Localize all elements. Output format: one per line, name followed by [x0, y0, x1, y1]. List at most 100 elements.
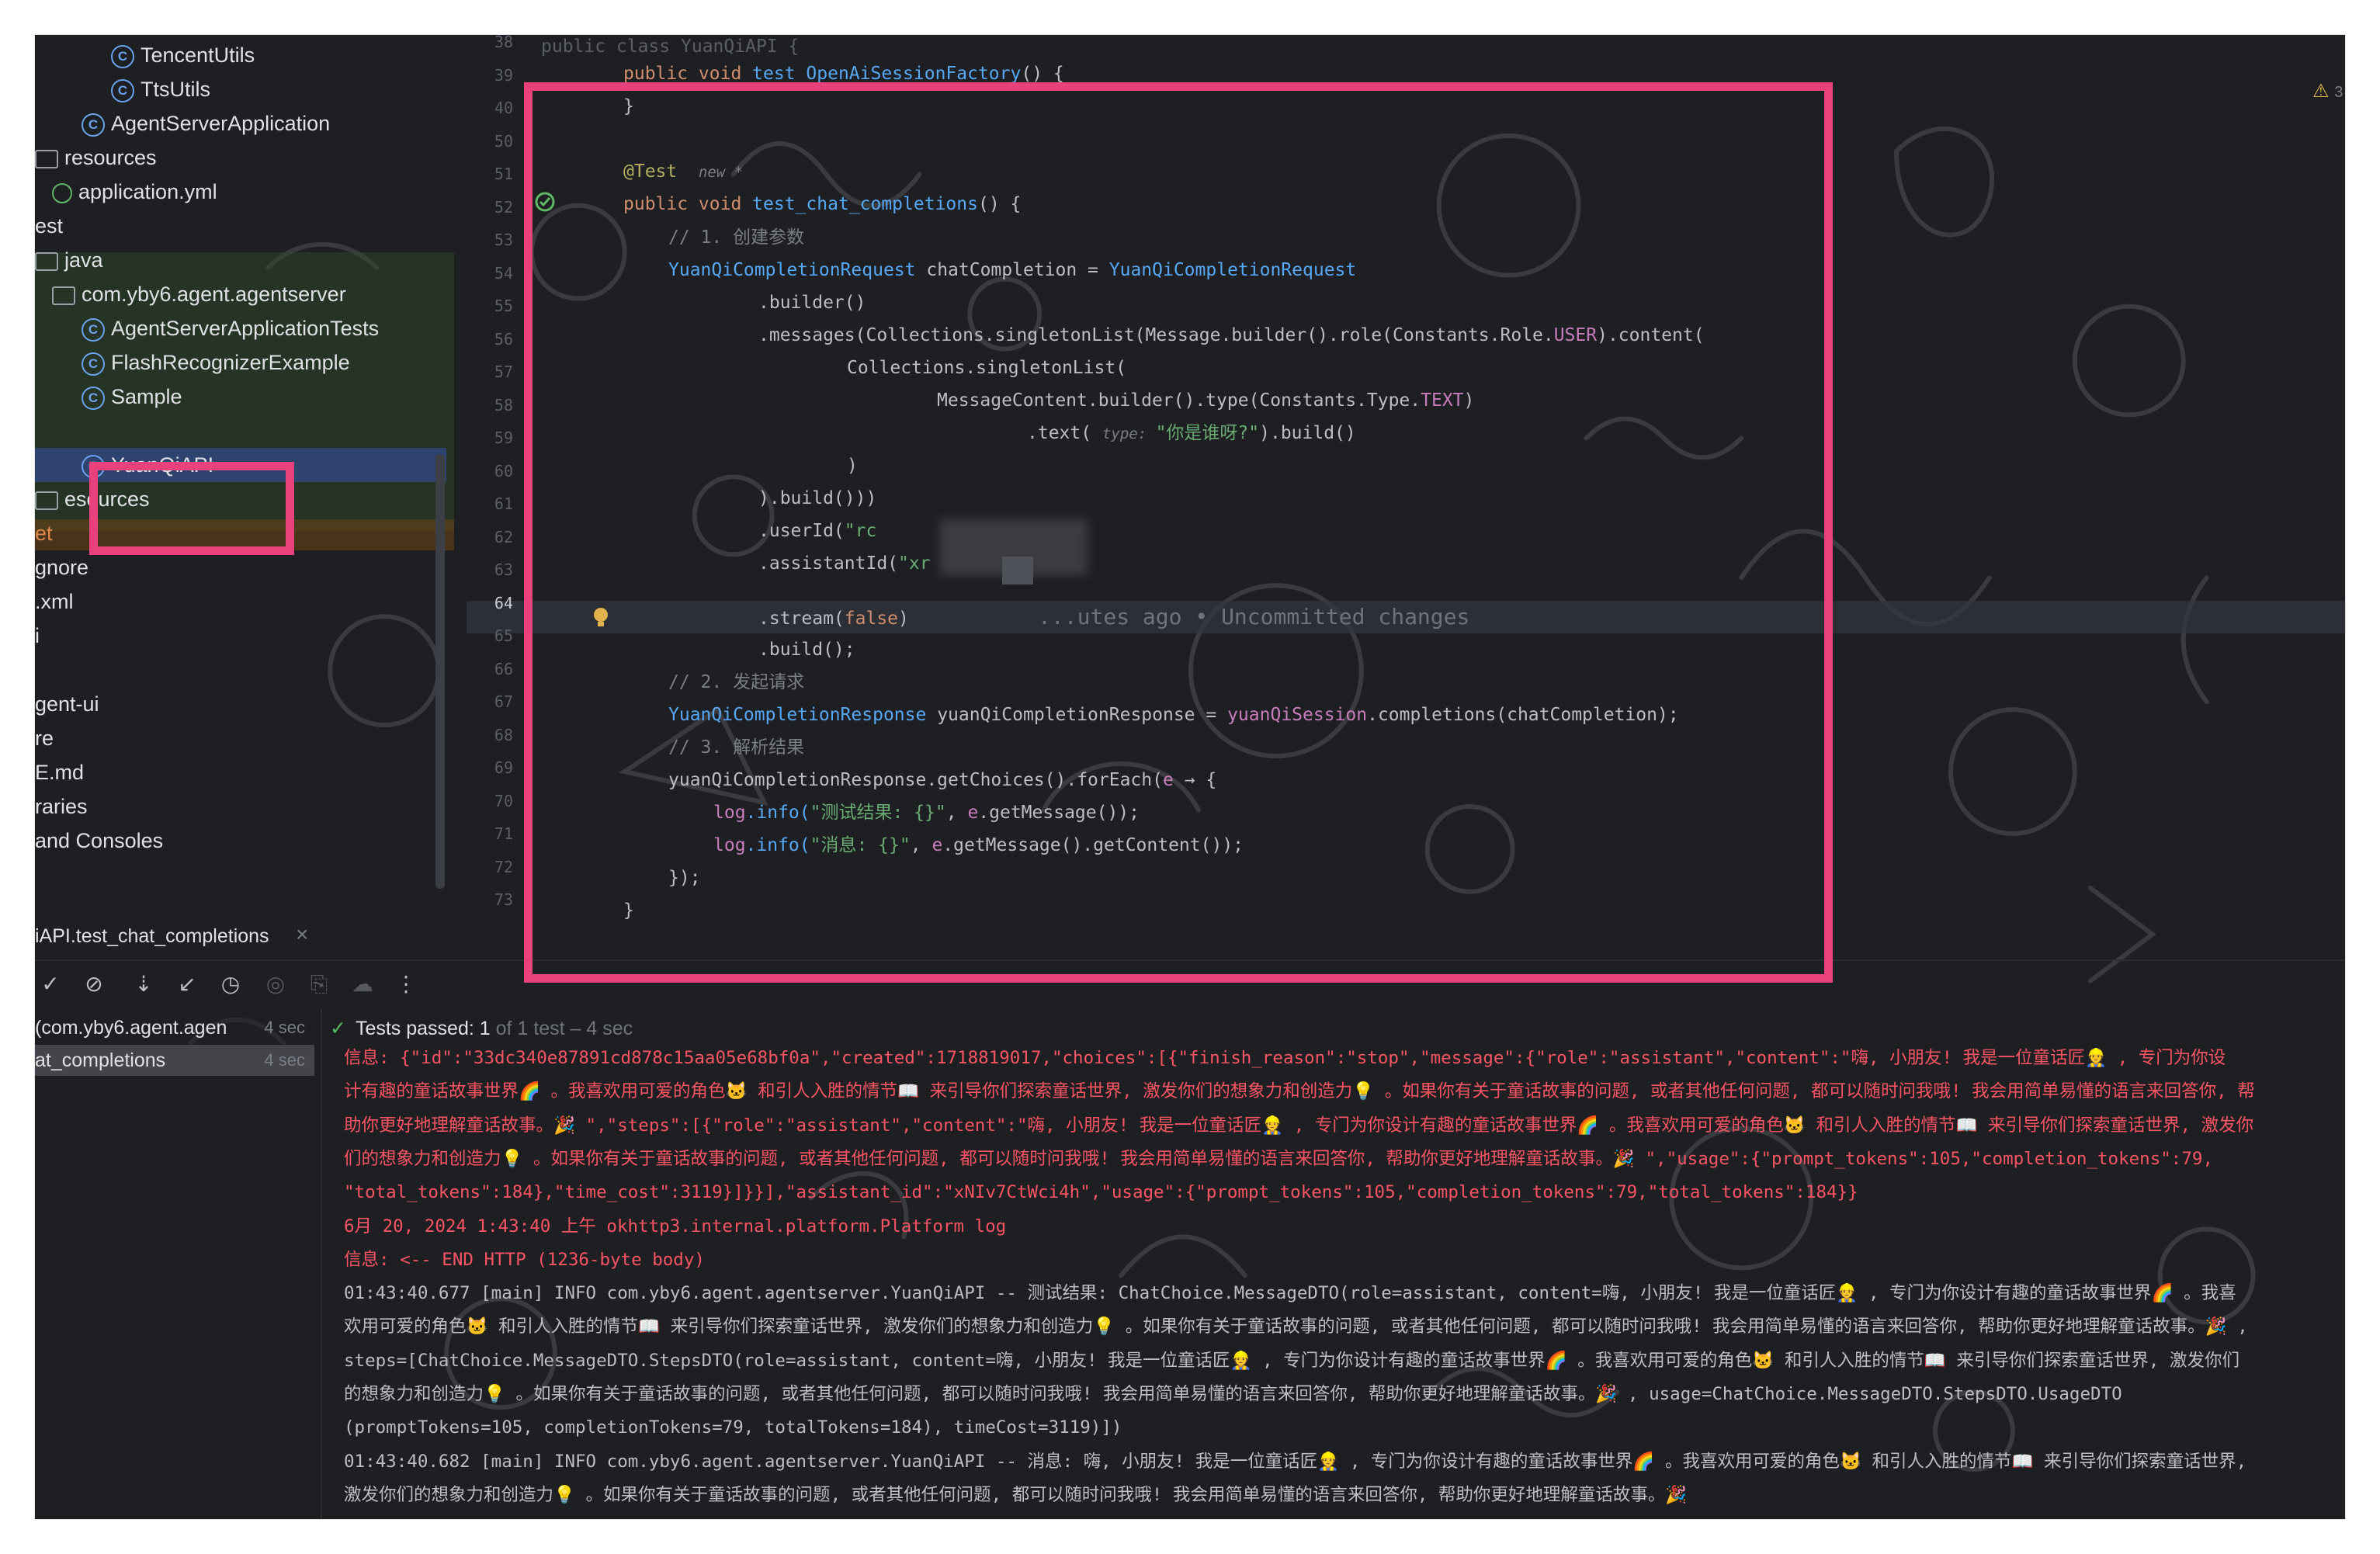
tree-item-package[interactable]: com.yby6.agent.agentserver [35, 277, 446, 311]
more-options-icon[interactable]: ⋮ [390, 969, 422, 1000]
log-line: 们的想象力和创造力💡 。如果你有关于童话故事的问题, 或者其他任何问题, 都可以… [344, 1148, 2213, 1169]
tree-item-ttsutils[interactable]: C TtsUtils [35, 72, 446, 106]
tree-item-label: java [64, 248, 103, 272]
tree-item-label: TencentUtils [141, 43, 255, 67]
tree-item-label: i [35, 624, 40, 647]
line-number: 60 [494, 461, 513, 480]
status-label: Tests passed: [355, 1018, 480, 1039]
highlight-box-code [524, 82, 1833, 983]
tree-item-label: re [35, 727, 54, 750]
test-class-icon: C [82, 386, 105, 410]
line-number: 66 [494, 659, 513, 678]
show-ignored-icon[interactable]: ⊘ [78, 969, 109, 1000]
sort-alpha-icon[interactable]: ⇣ [128, 969, 159, 1000]
warning-count: 3 [2334, 84, 2344, 101]
tree-item-label: com.yby6.agent.agentserver [82, 283, 346, 306]
line-number: 56 [494, 329, 513, 349]
package-icon [52, 286, 75, 305]
run-panel: iAPI.test_chat_completions × ✓ ⊘ ⇣ ↙ ◷ ◎… [35, 916, 2345, 1519]
tree-item-agentserverapplicationtests[interactable]: C AgentServerApplicationTests [35, 311, 446, 345]
test-node-time: 4 sec [264, 1050, 305, 1070]
tree-item-label: gent-ui [35, 692, 99, 716]
test-node-label: (com.yby6.agent.agen [35, 1017, 227, 1039]
check-icon: ✓ [330, 1018, 346, 1039]
line-number: 53 [494, 231, 513, 249]
warning-icon: ⚠ [2312, 81, 2330, 102]
tree-item-pom-xml[interactable]: .xml [35, 584, 446, 619]
tree-item-label: .xml [35, 590, 74, 613]
line-number: 54 [494, 263, 513, 283]
spring-class-icon: C [82, 113, 105, 137]
tree-item-flashrecognizerexample[interactable]: C FlashRecognizerExample [35, 345, 446, 380]
log-line: 信息: {"id":"33dc340e87891cd878c15aa05e68b… [344, 1048, 2226, 1068]
tree-item-external-libraries[interactable]: raries [35, 789, 446, 824]
test-class-icon: C [82, 352, 105, 376]
tree-item-agentserverapplication[interactable]: C AgentServerApplication [35, 106, 446, 140]
line-number: 70 [494, 791, 513, 810]
log-line: 01:43:40.677 [main] INFO com.yby6.agent.… [344, 1283, 2236, 1304]
tree-item-label: et [35, 522, 53, 545]
line-number: 59 [494, 428, 513, 447]
log-line: 的想象力和创造力💡 。如果你有关于童话故事的问题, 或者其他任何问题, 都可以随… [344, 1384, 2122, 1404]
line-number: 61 [494, 494, 513, 513]
tree-item-re[interactable]: re [35, 721, 446, 755]
history-icon[interactable]: ◷ [215, 969, 246, 1000]
yaml-icon [52, 182, 72, 203]
line-number: 55 [494, 297, 513, 315]
warning-indicator[interactable]: ⚠ 3 [2312, 80, 2343, 102]
line-number: 63 [494, 560, 513, 579]
export-icon[interactable]: ⎘ [304, 969, 335, 1000]
line-number: 58 [494, 395, 513, 415]
status-suffix: of 1 test – 4 sec [490, 1018, 633, 1039]
line-number: 67 [494, 692, 513, 711]
line-number-gutter: 38 39 40 50 51 52 53 54 55 56 57 58 59 60 61 62 63 64 65 66… [467, 35, 516, 916]
line-number: 52 [494, 197, 513, 217]
log-line: 01:43:40.682 [main] INFO com.yby6.agent.… [344, 1451, 2247, 1472]
tree-item-label: gnore [35, 556, 89, 579]
line-number: 65 [494, 626, 513, 645]
line-number: 57 [494, 362, 513, 381]
tree-item-label: AgentServerApplication [111, 112, 331, 135]
tree-item-tencentutils[interactable]: C TencentUtils [35, 38, 446, 72]
tree-item-scratches[interactable]: and Consoles [35, 824, 446, 858]
tree-item-gitignore[interactable]: gnore [35, 550, 446, 584]
tree-item-test[interactable]: est [35, 209, 446, 243]
camera-icon[interactable]: ◎ [260, 969, 291, 1000]
tree-item-agent-ui[interactable]: gent-ui [35, 687, 446, 721]
class-icon: C [111, 44, 134, 68]
show-passed-icon[interactable]: ✓ [35, 969, 66, 1000]
tree-item-label: FlashRecognizerExample [111, 351, 350, 374]
tree-item-java[interactable]: java [35, 243, 446, 277]
test-node-method[interactable]: at_completions 4 sec [35, 1045, 314, 1076]
tree-item-label: Sample [111, 385, 182, 408]
tree-item-label: and Consoles [35, 829, 164, 852]
log-line: "total_tokens":184},"time_cost":3119}]}}… [344, 1182, 1858, 1203]
tree-item-label: resources [64, 146, 157, 169]
tree-item-application-yml[interactable]: application.yml [35, 175, 446, 209]
test-tree: (com.yby6.agent.agen 4 sec at_completions… [35, 1009, 322, 1519]
line-number: 39 [494, 65, 513, 85]
log-line: 欢用可爱的角色🐱 和引人入胜的情节📖 来引导你们探索童话世界, 激发你们的想象力… [344, 1316, 2248, 1337]
log-line: (promptTokens=105, completionTokens=79, … [344, 1417, 1122, 1438]
tree-item-readme[interactable]: E.md [35, 755, 446, 789]
test-node-label: at_completions [35, 1049, 166, 1071]
tree-item-sample[interactable]: C Sample [35, 380, 446, 414]
tree-item-label: E.md [35, 761, 85, 784]
tree-item-resources[interactable]: resources [35, 140, 446, 175]
ide-window: C TencentUtils C TtsUtils C AgentServerAppl… [34, 34, 2346, 1520]
log-line: 助你更好地理解童话故事。🎉 ","steps":[{"role":"assist… [344, 1115, 2254, 1136]
tree-item-label: application.yml [78, 180, 217, 203]
line-number: 72 [494, 857, 513, 876]
test-node-class[interactable]: (com.yby6.agent.agen 4 sec [35, 1012, 314, 1043]
line-number: 73 [494, 890, 513, 909]
tree-item-label: TtsUtils [141, 78, 210, 101]
close-icon[interactable]: × [296, 922, 308, 947]
tree-scrollbar[interactable] [435, 454, 445, 889]
line-number: 62 [494, 527, 513, 546]
sort-duration-icon[interactable]: ↙ [172, 969, 203, 1000]
line-number: 68 [494, 725, 513, 744]
log-line: 激发你们的想象力和创造力💡 。如果你有关于童话故事的问题, 或者其他任何问题, … [344, 1484, 1688, 1505]
import-icon[interactable]: ☁ [347, 969, 378, 1000]
tree-item-i[interactable]: i [35, 619, 446, 653]
class-icon: C [111, 78, 134, 102]
